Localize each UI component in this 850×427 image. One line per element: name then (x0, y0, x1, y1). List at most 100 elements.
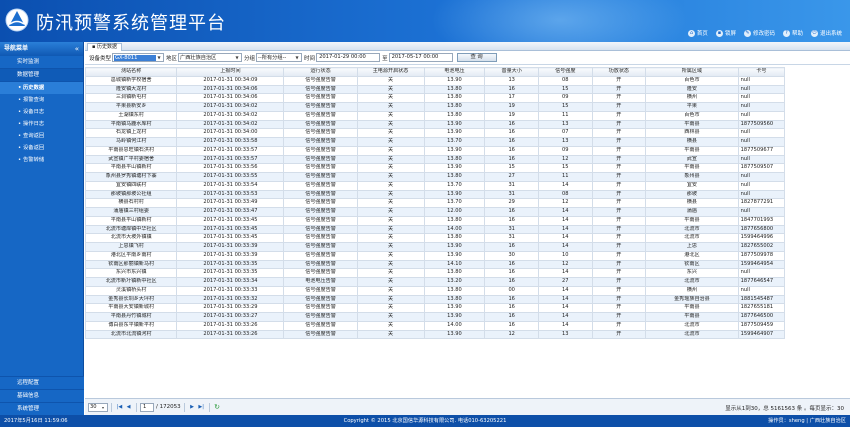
table-row[interactable]: 象州县罗秀镇塘村下寨 2017-01-31 00:33:55 信号强度告警关 13.8… (85, 172, 786, 182)
table-row[interactable]: 平南县平山镇新村 2017-01-31 00:33:45 信号强度告警关 13.80 1… (85, 215, 786, 226)
pager-divider (111, 402, 112, 412)
first-page-icon[interactable]: |◀ (115, 403, 124, 412)
sidebar-item[interactable]: 历史数据 (0, 82, 83, 94)
column-header[interactable]: 功放状态 (591, 67, 647, 77)
column-header[interactable]: 主电源开启状态 (356, 67, 425, 77)
data-grid: 测站名称 上报时间 运行状态 主电源开启状态 电池电压 音量大小 信号强度 功放状态 所属区域卡… (85, 67, 850, 424)
page-size-select[interactable]: 30 ▾ (88, 402, 108, 412)
table-cell: 开 (591, 215, 647, 226)
table-row[interactable]: 北流市北流镇河村 2017-01-31 00:33:26 信号强度告警关 13.90 1… (85, 329, 786, 340)
table-row[interactable]: 平南县思旺镇石洪村 2017-01-31 00:33:57 信号强度告警关 13.90… (85, 145, 786, 156)
sidebar-group[interactable]: 基础信息 (0, 389, 84, 402)
table-cell: 信号强度告警 (283, 233, 358, 243)
table-row[interactable]: 北流市大坡外镇镇 2017-01-31 00:33:45 信号强度告警关 13.80 3… (85, 233, 786, 243)
table-cell: 13.70 (423, 180, 486, 191)
table-cell: 灵溪镇桥头村 (85, 285, 178, 296)
table-row[interactable]: 钦南区那丽镇新马村 2017-01-31 00:33:35 信号强度告警关 14.10… (85, 259, 786, 270)
tab-history-data[interactable]: ▪ 历史数据 (87, 43, 122, 51)
table-cell: 信号强度告警 (283, 128, 358, 138)
table-row[interactable]: 三洞镇新屯村 2017-01-31 00:34:06 信号强度告警关 13.80 17 0… (85, 93, 786, 103)
sidebar-item[interactable]: 设备日志 (0, 106, 83, 118)
table-row[interactable]: 那坡镇那坡公社组 2017-01-31 00:33:53 信号强度告警关 13.90 3… (85, 189, 786, 200)
group-value: --所有分组-- (258, 55, 287, 61)
table-row[interactable]: 土湖镇东村 2017-01-31 00:34:02 信号强度告警关 13.80 19 11… (85, 110, 786, 121)
table-cell: null (737, 137, 786, 147)
sidebar-group[interactable]: 数据管理 (0, 69, 83, 82)
region-select[interactable]: 广西壮族自治区 ▼ (178, 53, 243, 62)
table-row[interactable]: 平果县新安乡 2017-01-31 00:34:02 信号强度告警关 13.80 19 1… (85, 102, 786, 112)
last-page-icon[interactable]: ▶| (197, 403, 206, 412)
table-cell: 北流市 (645, 277, 739, 287)
sidebar-menu: 实时监测数据管理历史数据报警查询设备日志操作日志查询返回设备返回告警转储 (0, 56, 83, 166)
table-cell: 2017-01-31 00:33:56 (176, 163, 285, 173)
table-row[interactable]: 邕城镇新学校宿舍 2017-01-31 00:34:09 信号强度告警关 13.90 1… (85, 75, 786, 86)
prev-page-icon[interactable]: ◀ (124, 403, 133, 412)
table-cell: 13.90 (423, 163, 486, 173)
table-cell: 东兴 (645, 268, 739, 278)
sidebar-item[interactable]: 告警转储 (0, 154, 83, 166)
table-row[interactable]: 平南镇马鹿水库村 2017-01-31 00:34:02 信号强度告警关 13.90 1… (85, 119, 786, 130)
table-row[interactable]: 上思镇飞村 2017-01-31 00:33:39 信号强度告警关 13.90 16 14… (85, 242, 786, 252)
table-row[interactable]: 马岭镇何江村 2017-01-31 00:33:58 信号强度告警关 13.70 16 1… (85, 137, 786, 147)
table-cell: 10 (537, 250, 593, 261)
table-row[interactable]: 金秀县长垌乡大坪村 2017-01-31 00:33:32 信号强度告警关 13.80… (85, 294, 786, 305)
collapse-icon[interactable]: « (75, 42, 79, 56)
column-header[interactable]: 电池电压 (423, 67, 486, 77)
sidebar-item[interactable]: 操作日志 (0, 118, 83, 130)
sidebar-group[interactable]: 实时监测 (0, 56, 83, 69)
column-header[interactable]: 音量大小 (484, 67, 539, 77)
topnav-item[interactable]: ⏻ 退出系统 (810, 29, 842, 37)
table-cell: 16 (484, 259, 539, 270)
topnav-item[interactable]: ✎ 修改密码 (743, 29, 775, 37)
table-cell: 北流市大坡外镇镇 (85, 233, 178, 243)
end-time-input[interactable]: 2017-05-17 00:00 (388, 53, 453, 62)
table-cell: 电池电压告警 (283, 277, 358, 287)
table-row[interactable]: 平南县丹竹镇城村 2017-01-31 00:33:27 信号强度告警关 13.90 1… (85, 312, 786, 322)
table-row[interactable]: 北流市新圩镇新中社区 2017-01-31 00:33:34 电池电压告警关 13.2… (85, 277, 786, 287)
sidebar-item[interactable]: 设备返回 (0, 142, 83, 154)
column-header[interactable]: 信号强度 (537, 67, 593, 77)
sidebar-item[interactable]: 报警查询 (0, 94, 83, 106)
sidebar-group[interactable]: 系统管理 (0, 402, 84, 415)
group-select[interactable]: --所有分组-- ▼ (256, 53, 303, 62)
topnav-item[interactable]: ? 帮助 (782, 29, 803, 37)
table-cell: 13 (537, 119, 593, 130)
refresh-icon[interactable]: ↻ (213, 403, 222, 412)
table-cell: 平南县平山镇新村 (85, 163, 178, 173)
table-row[interactable]: 北流市塘岸镇中华社区 2017-01-31 00:33:45 信号强度告警关 14.0… (85, 224, 786, 235)
column-header[interactable]: 运行状态 (283, 67, 358, 77)
table-cell: 平南县 (645, 119, 739, 130)
table-row[interactable]: 横县石村村 2017-01-31 00:33:49 信号强度告警关 13.70 29 12… (85, 198, 786, 208)
topnav-item[interactable]: ▪ 锁屏 (715, 29, 736, 37)
column-header[interactable]: 所属区域 (645, 67, 739, 77)
start-time-input[interactable]: 2017-01-29 00:00 (316, 53, 381, 62)
sidebar-group[interactable]: 远程配置 (0, 376, 84, 389)
table-row[interactable]: 宜安镇四联村 2017-01-31 00:33:54 信号强度告警关 13.70 31 1… (85, 180, 786, 191)
column-header[interactable]: 测站名称 (85, 67, 178, 77)
table-row[interactable]: 博白县东平镇新平村 2017-01-31 00:33:26 信号强度告警关 14.00… (85, 320, 786, 331)
table-cell: null (737, 75, 786, 86)
app-title: 防汛预警系统管理平台 (36, 13, 226, 34)
next-page-icon[interactable]: ▶ (188, 403, 197, 412)
column-header[interactable]: 卡号 (737, 67, 786, 77)
table-row[interactable]: 东兴市东兴镇 2017-01-31 00:33:35 信号强度告警关 13.80 16 1… (85, 268, 786, 278)
table-row[interactable]: 平南县大安镇新城村 2017-01-31 00:33:29 信号强度告警关 13.90… (85, 303, 786, 313)
table-row[interactable]: 隆安镇大龙村 2017-01-31 00:34:06 信号强度告警关 13.80 16 1… (85, 84, 786, 95)
table-cell: 开 (591, 320, 647, 331)
page-number-input[interactable]: 1 (140, 402, 154, 412)
table-row[interactable]: 港北区平南乡南村 2017-01-31 00:33:39 信号强度告警关 13.90 3… (85, 250, 786, 261)
table-row[interactable]: 蒲庙镇三村组委 2017-01-31 00:33:47 信号强度告警关 12.00 16… (85, 207, 786, 217)
query-button[interactable]: 查 询 (456, 53, 497, 62)
lock-icon: ▪ (715, 29, 723, 37)
device-type-select[interactable]: GX-8011 ▼ (112, 53, 165, 62)
table-cell: 1827655002 (737, 242, 786, 252)
table-row[interactable]: 武宣镇广平村委宿舍 2017-01-31 00:33:57 信号强度告警关 13.80… (85, 154, 786, 165)
table-row[interactable]: 平南县平山镇新村 2017-01-31 00:33:56 信号强度告警关 13.90 1… (85, 163, 786, 173)
table-row[interactable]: 石龙镇上龙村 2017-01-31 00:34:00 信号强度告警关 13.90 16 0… (85, 128, 786, 138)
sidebar-item[interactable]: 查询返回 (0, 130, 83, 142)
topnav-item[interactable]: ⌂ 首页 (687, 29, 708, 37)
table-cell: 07 (537, 128, 593, 138)
column-header[interactable]: 上报时间 (176, 67, 285, 77)
table-row[interactable]: 灵溪镇桥头村 2017-01-31 00:33:33 信号强度告警关 13.80 00 1… (85, 285, 786, 296)
table-cell: 信号强度告警 (283, 250, 358, 261)
